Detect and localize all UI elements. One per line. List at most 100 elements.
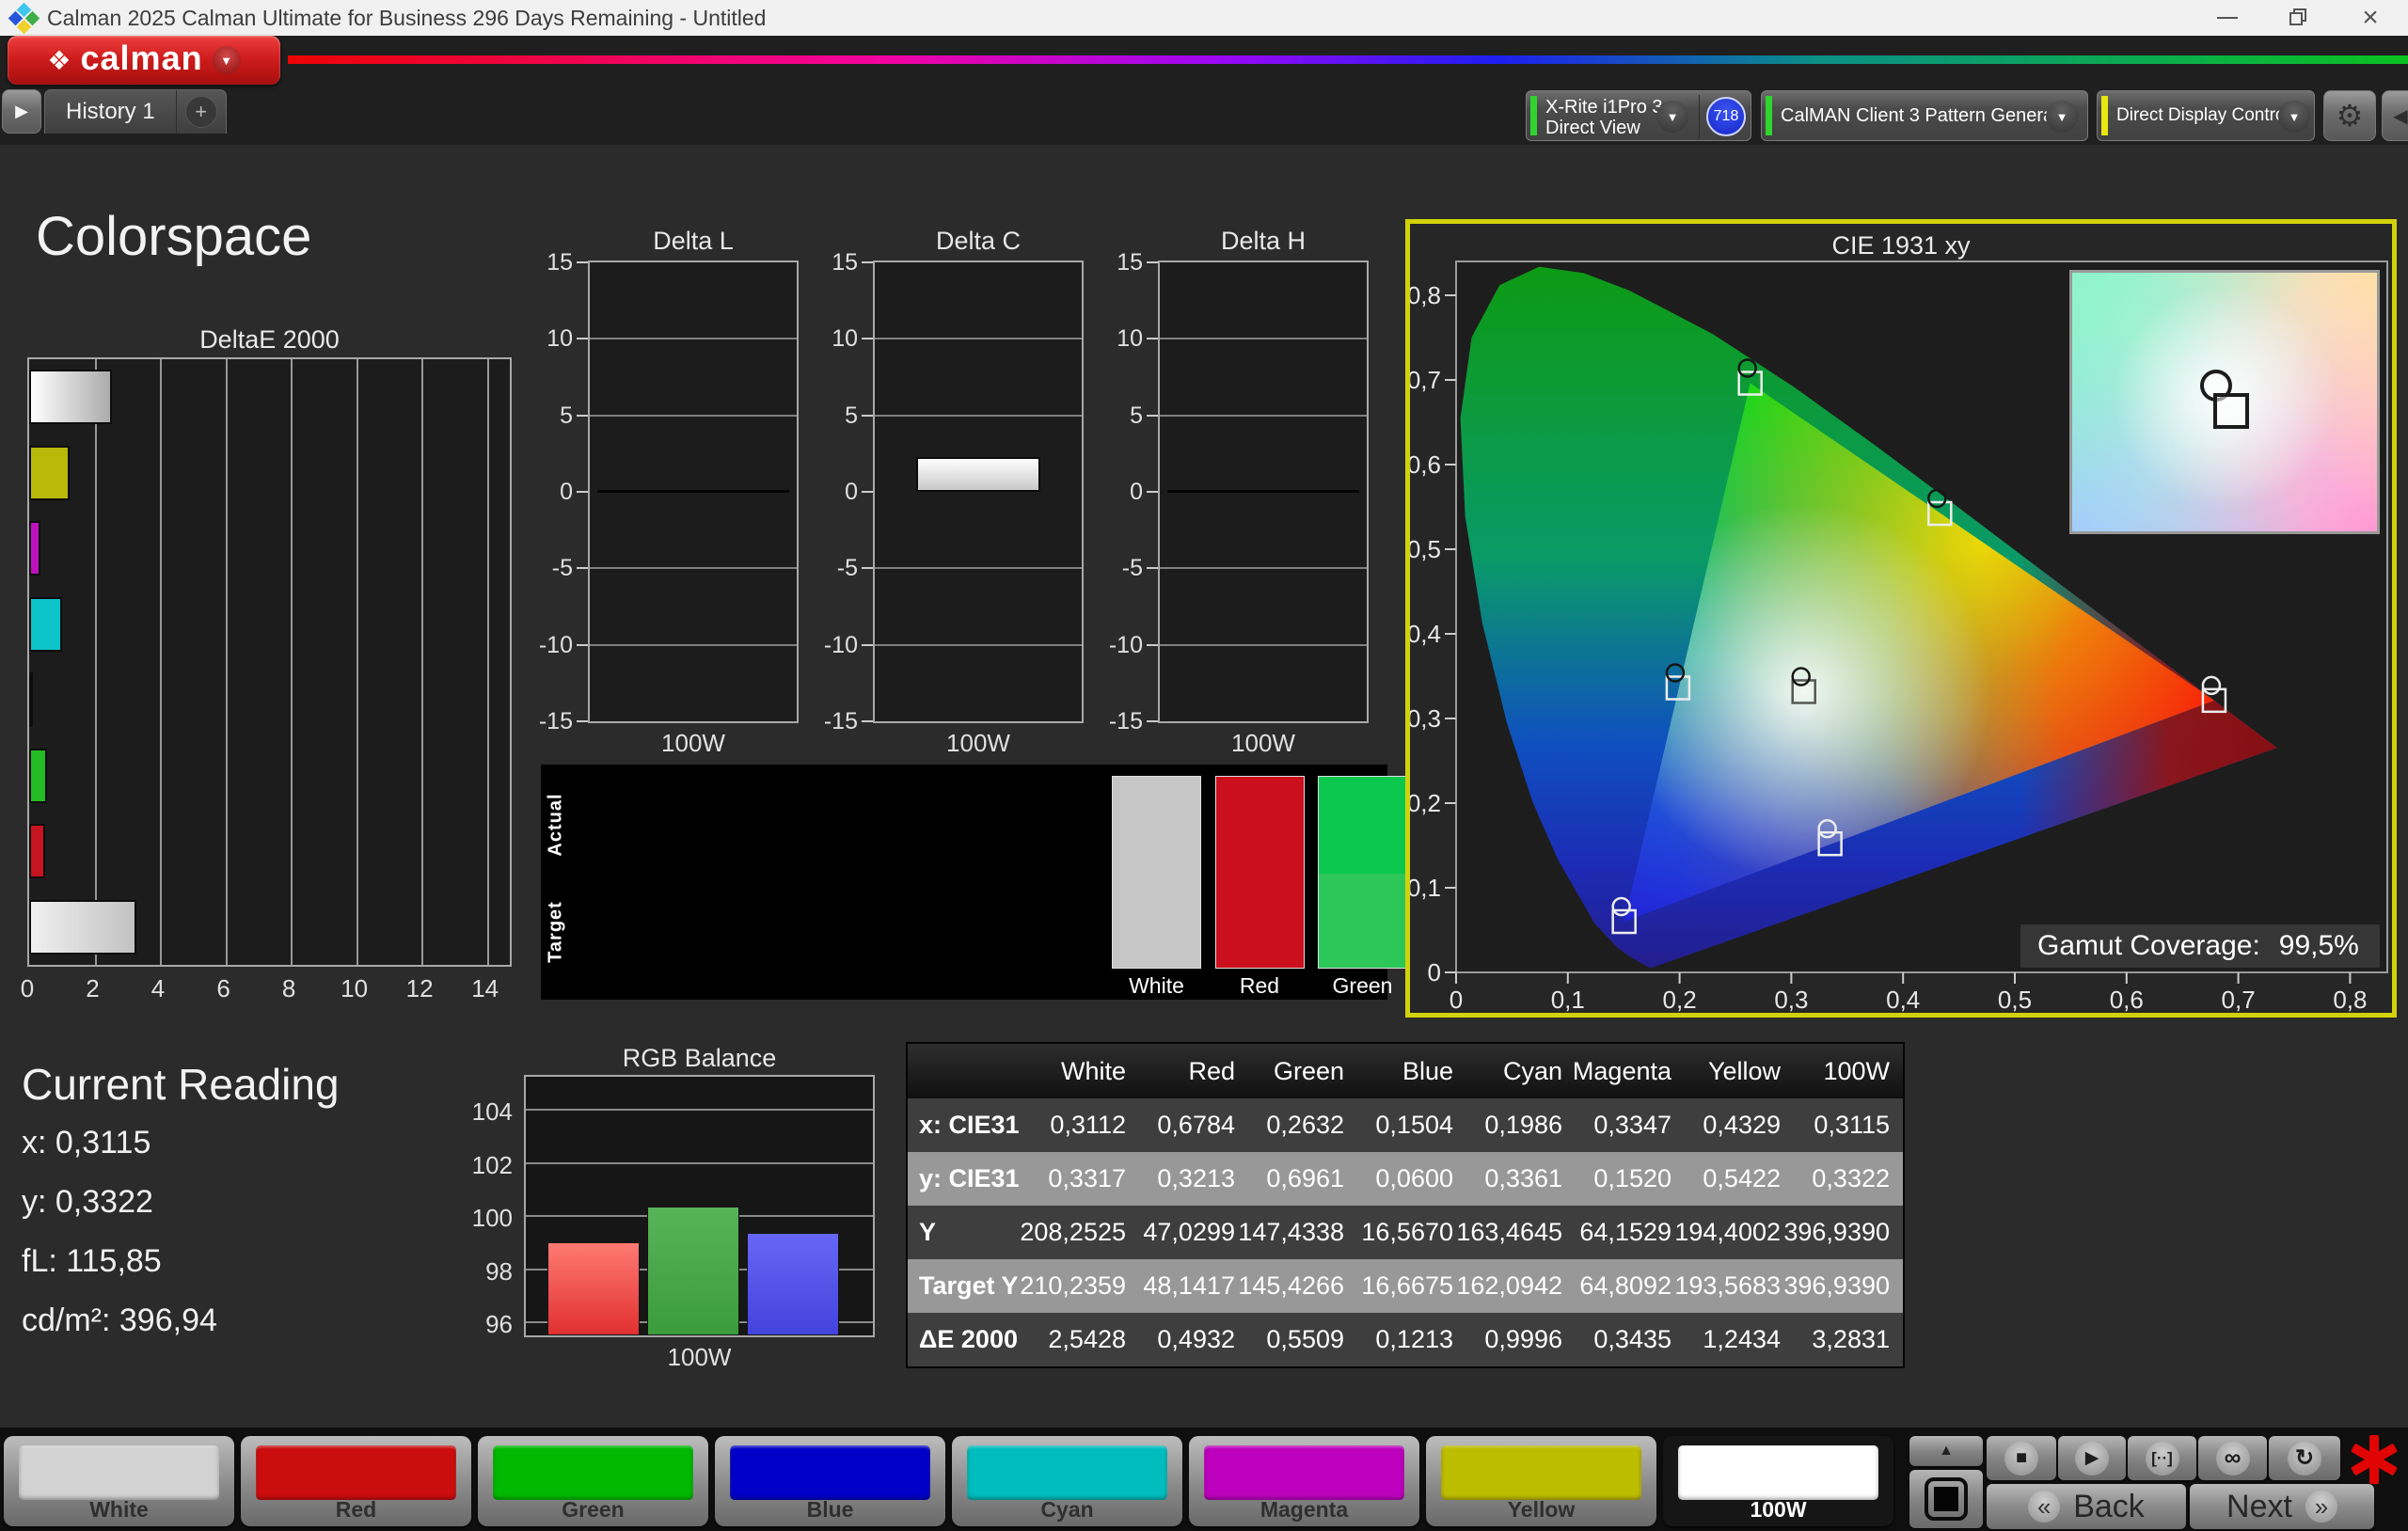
meter-dropdown-icon: ▼ <box>1656 101 1688 133</box>
back-button[interactable]: « Back <box>1987 1484 2186 1529</box>
next-chevrons-icon: » <box>2305 1491 2337 1523</box>
pattern-source-name: CalMAN Client 3 Pattern Generator <box>1781 105 2075 127</box>
table-cell: 47,0299 <box>1139 1206 1248 1259</box>
meter-selector[interactable]: X-Rite i1Pro 3 Direct View ▼ 718 <box>1526 90 1751 141</box>
pattern-swatch <box>1441 1445 1641 1500</box>
svg-text:0: 0 <box>1428 958 1441 986</box>
table-cell: 0,2632 <box>1248 1098 1357 1152</box>
table-row: Target Y210,235948,1417145,426616,667516… <box>908 1259 1903 1313</box>
table-cell: 0,5422 <box>1685 1152 1794 1206</box>
source-dropdown-icon: ▼ <box>2046 101 2078 133</box>
y-tick <box>862 644 873 646</box>
y-tick-label: 15 <box>528 249 573 276</box>
pattern-swatch <box>19 1445 219 1500</box>
table-cell: 0,5509 <box>1248 1313 1357 1366</box>
deltae-bar-blue <box>29 672 33 727</box>
column-header-red: Red <box>1139 1044 1248 1098</box>
calman-menu-button[interactable]: ❖ calman ▼ <box>8 36 280 85</box>
table-cell: 163,4645 <box>1466 1206 1576 1259</box>
y-tick-label: 0 <box>813 479 858 506</box>
pattern-button-white[interactable]: White <box>4 1436 234 1526</box>
rgb-bar-blue <box>747 1233 839 1335</box>
gamut-coverage-label: Gamut Coverage: <box>2037 930 2260 962</box>
pattern-button-100w[interactable]: 100W <box>1663 1436 1893 1526</box>
x-tick-label: 0 <box>8 974 46 1003</box>
deltae-bar-red <box>29 824 45 878</box>
table-cell: 0,0600 <box>1357 1152 1466 1206</box>
pattern-button-blue[interactable]: Blue <box>715 1436 945 1526</box>
gridline <box>526 1109 873 1111</box>
rgb-balance-title: RGB Balance <box>524 1044 875 1073</box>
pattern-window-up-button[interactable]: ▲ <box>1909 1436 1983 1466</box>
table-cell: 64,1529 <box>1576 1206 1685 1259</box>
y-tick <box>577 720 588 722</box>
gridline <box>160 359 162 965</box>
gridline <box>356 359 358 965</box>
pattern-swatch <box>256 1445 456 1500</box>
table-cell: 0,6784 <box>1139 1098 1248 1152</box>
next-button[interactable]: Next » <box>2190 1484 2374 1529</box>
y-tick <box>1147 567 1158 569</box>
swatch-target <box>1319 874 1406 968</box>
deltaH-zero-bar <box>1167 490 1359 493</box>
x-tick-label: 10 <box>336 974 373 1003</box>
gridline <box>1160 338 1367 339</box>
display-control-selector[interactable]: Direct Display Control ▼ <box>2097 90 2315 141</box>
table-cell: 0,1986 <box>1466 1098 1576 1152</box>
minimize-button[interactable] <box>2199 0 2256 36</box>
chevron-left-icon: ◀ <box>2393 104 2407 128</box>
deltaH-plot <box>1158 260 1369 723</box>
results-table: WhiteRedGreenBlueCyanMagentaYellow100Wx:… <box>906 1042 1905 1368</box>
pattern-button-red[interactable]: Red <box>241 1436 471 1526</box>
gridline <box>1160 644 1367 646</box>
restore-button[interactable] <box>2271 0 2327 36</box>
y-tick-label: 104 <box>467 1097 513 1127</box>
pattern-window-button[interactable] <box>1909 1470 1983 1528</box>
pattern-button-green[interactable]: Green <box>478 1436 708 1526</box>
swatch-white <box>1112 776 1201 969</box>
history-panel-expand-button[interactable]: ▶ <box>2 89 41 134</box>
deltae-bar-green <box>29 749 47 803</box>
column-header-white: White <box>1030 1044 1139 1098</box>
back-chevrons-icon: « <box>2028 1491 2060 1523</box>
y-tick-label: -5 <box>1098 555 1143 582</box>
deltae-x-axis: 02468101214 <box>27 974 512 1002</box>
y-tick-label: 0 <box>528 479 573 506</box>
y-tick-label: -15 <box>1098 708 1143 735</box>
table-cell: 193,5683 <box>1685 1259 1794 1313</box>
stop-button[interactable]: ■ <box>1987 1436 2056 1480</box>
svg-text:0,4: 0,4 <box>1410 620 1441 648</box>
pattern-button-magenta[interactable]: Magenta <box>1189 1436 1419 1526</box>
settings-button[interactable]: ⚙ <box>2323 90 2376 141</box>
collapse-toolbar-button[interactable]: ◀ <box>2382 90 2408 141</box>
swatch-target <box>1113 874 1200 968</box>
y-tick-label: 10 <box>813 325 858 353</box>
gridline <box>590 338 797 339</box>
pattern-button-yellow[interactable]: Yellow <box>1426 1436 1656 1526</box>
table-cell: 0,3435 <box>1576 1313 1685 1366</box>
x-tick-label: 12 <box>401 974 438 1003</box>
bottom-bar: White Red GreenBlueCyanMagentaYellow100W ▲… <box>0 1428 2408 1531</box>
pattern-button-cyan[interactable]: Cyan <box>952 1436 1182 1526</box>
play-button[interactable]: ▶ <box>2058 1436 2126 1480</box>
table-cell: 0,3115 <box>1794 1098 1903 1152</box>
repeat-button[interactable]: ↻ <box>2269 1436 2340 1480</box>
app-header: ❖ calman ▼ ▶ History 1 + X-Rite i1Pro 3 … <box>0 36 2408 145</box>
table-cell: 0,3112 <box>1030 1098 1139 1152</box>
y-tick <box>862 338 873 339</box>
add-tab-button[interactable]: + <box>176 90 226 134</box>
svg-text:0,3: 0,3 <box>1774 986 1808 1013</box>
loop-range-button[interactable]: [··] <box>2128 1436 2196 1480</box>
pattern-source-selector[interactable]: CalMAN Client 3 Pattern Generator ▼ <box>1761 90 2088 141</box>
y-tick-label: -15 <box>813 708 858 735</box>
continuous-button[interactable]: ∞ <box>2198 1436 2267 1480</box>
close-button[interactable]: × <box>2342 0 2399 36</box>
current-reading-line: fL: 115,85 <box>22 1243 162 1280</box>
divider <box>1699 95 1700 138</box>
table-cell: 147,4338 <box>1248 1206 1357 1259</box>
pattern-button-label: Red <box>241 1497 471 1523</box>
svg-text:0,2: 0,2 <box>1410 789 1441 817</box>
tab-history-1[interactable]: History 1 <box>45 90 176 134</box>
deltae-bar-cyan <box>29 597 62 652</box>
rgb-bar-green <box>647 1207 739 1335</box>
